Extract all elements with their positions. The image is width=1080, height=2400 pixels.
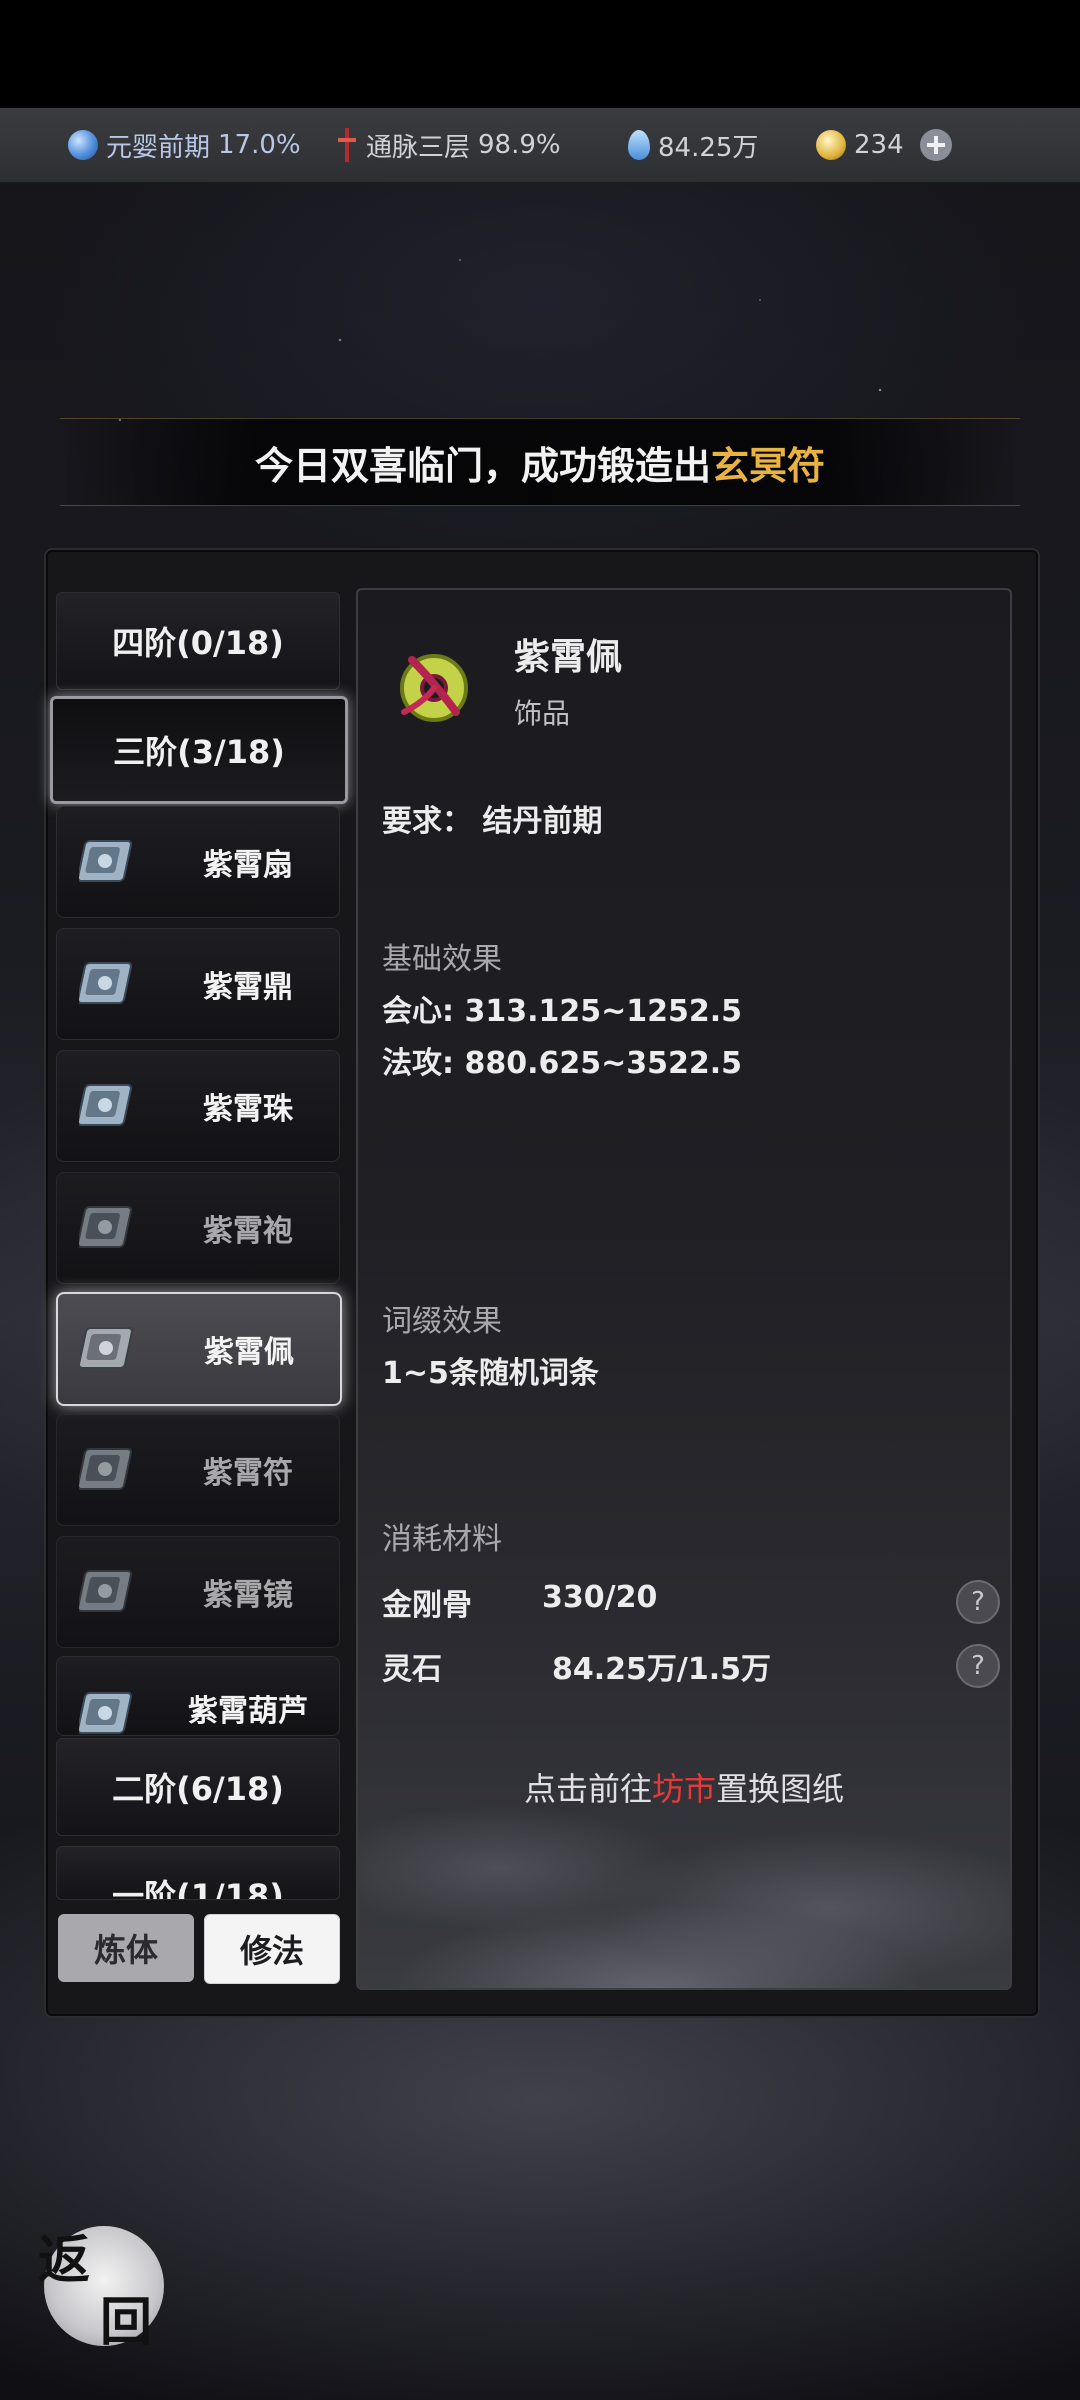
- scroll-icon: [79, 1692, 132, 1734]
- tier-3-tab[interactable]: 三阶(3/18): [50, 696, 348, 804]
- scroll-icon: [79, 840, 132, 882]
- effect-crit: 会心: 313.125~1252.5: [382, 994, 742, 1029]
- tier-2-label: 二阶(6/18): [112, 1770, 284, 1808]
- tier-1-tab[interactable]: 一阶(1/18): [56, 1846, 340, 1900]
- list-item-zixiao-jing[interactable]: 紫霄镜: [56, 1536, 340, 1648]
- list-item-zixiao-pao[interactable]: 紫霄袍: [56, 1172, 340, 1284]
- item-label: 紫霄佩: [204, 1335, 294, 1370]
- list-item-zixiao-zhu[interactable]: 紫霄珠: [56, 1050, 340, 1162]
- tier-3-label: 三阶(3/18): [113, 733, 285, 771]
- list-item-zixiao-fan[interactable]: 紫霄扇: [56, 806, 340, 918]
- cultivation-orb-icon: [68, 130, 98, 160]
- realm-stat: 元婴前期 17.0%: [68, 108, 301, 182]
- material-amount: 84.25万/1.5万: [552, 1652, 771, 1687]
- item-label: 紫霄葫芦: [188, 1694, 308, 1729]
- item-type: 饰品: [514, 697, 571, 730]
- body-label: 通脉三层: [366, 132, 471, 163]
- item-label: 紫霄鼎: [203, 970, 293, 1005]
- spirit-stone-icon: [628, 130, 650, 160]
- body-stat: 通脉三层 98.9%: [336, 108, 561, 182]
- tier-4-tab[interactable]: 四阶(0/18): [56, 592, 340, 690]
- coin-icon: [816, 130, 846, 160]
- help-icon[interactable]: ?: [956, 1644, 1000, 1688]
- item-label: 紫霄袍: [203, 1214, 293, 1249]
- material-amount: 330/20: [542, 1580, 658, 1615]
- add-coins-icon[interactable]: [919, 129, 952, 161]
- scroll-icon: [79, 1448, 132, 1490]
- market-hint-suffix: 置换图纸: [716, 1770, 845, 1808]
- scroll-icon: [79, 962, 132, 1004]
- jade-pendant-icon: [400, 654, 468, 722]
- market-link[interactable]: 坊市: [652, 1770, 716, 1808]
- item-label: 紫霄符: [203, 1456, 293, 1491]
- cultivation-label: 修法: [239, 1932, 304, 1970]
- list-item-zixiao-ding[interactable]: 紫霄鼎: [56, 928, 340, 1040]
- scroll-icon: [80, 1327, 133, 1369]
- system-status-area: [0, 0, 1080, 108]
- materials-title: 消耗材料: [382, 1522, 502, 1557]
- affix-text: 1~5条随机词条: [382, 1356, 599, 1391]
- help-icon[interactable]: ?: [956, 1580, 1000, 1624]
- realm-progress: 17.0%: [218, 130, 301, 160]
- scroll-icon: [79, 1206, 132, 1248]
- requirement-text: 要求： 结丹前期: [382, 804, 603, 839]
- scroll-icon: [79, 1570, 132, 1612]
- spirit-stone-count: 84.25万: [658, 132, 759, 163]
- coin-stat: 234: [816, 108, 952, 182]
- market-hint-prefix: 点击前往: [523, 1770, 652, 1808]
- material-name: 金刚骨: [382, 1588, 472, 1623]
- announcement-banner: 今日双喜临门，成功锻造出 玄冥符: [60, 418, 1020, 506]
- tier-1-label: 一阶(1/18): [112, 1877, 284, 1900]
- market-hint: 点击前往坊市置换图纸: [358, 1764, 1010, 1810]
- coin-count: 234: [854, 130, 904, 160]
- effect-magic-attack: 法攻: 880.625~3522.5: [382, 1046, 742, 1081]
- banner-highlight: 玄冥符: [711, 443, 826, 488]
- material-name: 灵石: [382, 1652, 442, 1687]
- body-progress: 98.9%: [478, 130, 561, 160]
- body-refining-tab[interactable]: 炼体: [58, 1914, 194, 1982]
- body-refining-label: 炼体: [93, 1931, 158, 1969]
- affix-title: 词缀效果: [382, 1304, 502, 1339]
- sword-icon: [336, 128, 358, 162]
- item-label: 紫霄镜: [203, 1578, 293, 1613]
- item-label: 紫霄珠: [203, 1092, 293, 1127]
- tier-2-tab[interactable]: 二阶(6/18): [56, 1738, 340, 1836]
- list-item-zixiao-fu[interactable]: 紫霄符: [56, 1414, 340, 1526]
- item-label: 紫霄扇: [203, 848, 293, 883]
- banner-text: 今日双喜临门，成功锻造出: [254, 443, 711, 488]
- list-item-zixiao-hulu[interactable]: 紫霄葫芦: [56, 1656, 340, 1736]
- item-name: 紫霄佩: [514, 637, 623, 678]
- back-button[interactable]: 返 回: [38, 2226, 164, 2353]
- spirit-stone-stat: 84.25万: [628, 108, 758, 182]
- base-effect-title: 基础效果: [382, 942, 502, 977]
- back-char-2: 回: [100, 2292, 153, 2353]
- realm-label: 元婴前期: [106, 132, 211, 163]
- item-detail-pane: 紫霄佩 饰品 要求： 结丹前期 基础效果 会心: 313.125~1252.5 …: [356, 588, 1012, 1990]
- list-item-zixiao-pei[interactable]: 紫霄佩: [56, 1292, 342, 1406]
- resource-bar: 元婴前期 17.0% 通脉三层 98.9% 84.25万 234: [0, 108, 1080, 183]
- tier-4-label: 四阶(0/18): [112, 624, 284, 662]
- cultivation-tab[interactable]: 修法: [204, 1914, 340, 1984]
- scroll-icon: [79, 1084, 132, 1126]
- back-char-1: 返: [38, 2230, 91, 2291]
